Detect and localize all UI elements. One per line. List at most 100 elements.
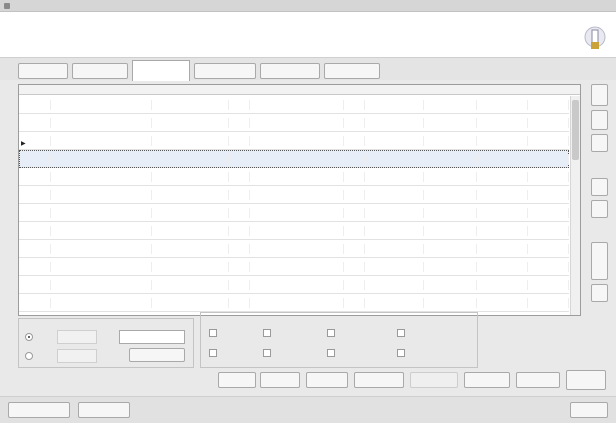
table-cell <box>153 172 229 182</box>
column-header[interactable] <box>529 85 569 95</box>
option-checkbox[interactable] <box>209 349 217 357</box>
option-checkbox[interactable] <box>209 329 217 337</box>
side-button-6[interactable] <box>591 242 608 280</box>
table-cell <box>345 244 365 254</box>
table-row[interactable] <box>19 168 569 186</box>
filter-text-field[interactable] <box>119 330 185 344</box>
table-cell <box>230 298 250 308</box>
filter-radio-1[interactable] <box>25 333 33 341</box>
table-cell <box>19 262 51 272</box>
column-header[interactable] <box>345 85 365 95</box>
action-button-4[interactable] <box>354 372 404 388</box>
table-cell <box>345 136 365 146</box>
table-row[interactable] <box>19 294 569 312</box>
option-checkbox[interactable] <box>397 349 405 357</box>
table-row[interactable] <box>19 186 569 204</box>
tab-1[interactable] <box>18 63 68 79</box>
bottom-button-1[interactable] <box>8 402 70 418</box>
table-cell <box>478 298 528 308</box>
table-cell <box>230 280 250 290</box>
table-cell <box>366 244 424 254</box>
table-cell <box>251 172 344 182</box>
option-checkbox[interactable] <box>263 349 271 357</box>
table-cell <box>478 118 528 128</box>
options-title <box>205 314 245 323</box>
table-cell <box>425 100 477 110</box>
tab-3[interactable] <box>132 60 190 81</box>
option-checkbox[interactable] <box>263 329 271 337</box>
bottom-button-3[interactable] <box>570 402 608 418</box>
table-cell <box>153 244 229 254</box>
side-button-4[interactable] <box>591 178 608 196</box>
column-header[interactable] <box>230 85 250 95</box>
tab-6[interactable] <box>324 63 380 79</box>
table-row[interactable] <box>19 222 569 240</box>
option-label <box>337 328 387 337</box>
action-button-1[interactable] <box>218 372 256 388</box>
side-button-3[interactable] <box>591 134 608 152</box>
column-header[interactable] <box>425 85 477 95</box>
table-cell <box>19 226 51 236</box>
table-cell <box>425 226 477 236</box>
table-row[interactable] <box>19 114 569 132</box>
action-button-2[interactable] <box>260 372 300 388</box>
table-cell <box>52 154 152 164</box>
filter-sub-button[interactable] <box>129 348 185 362</box>
action-button-6[interactable] <box>464 372 510 388</box>
column-header[interactable] <box>19 85 51 95</box>
table-cell <box>52 226 152 236</box>
side-button-2[interactable] <box>591 110 608 130</box>
table-cell <box>345 262 365 272</box>
table-row[interactable] <box>19 204 569 222</box>
options-panel <box>200 312 478 368</box>
table-row[interactable] <box>19 150 569 168</box>
table-cell <box>19 172 51 182</box>
table-cell <box>230 100 250 110</box>
page-subtitle <box>16 40 246 49</box>
table-cell <box>52 136 152 146</box>
table-cell <box>478 190 528 200</box>
table-cell <box>345 226 365 236</box>
action-button-7[interactable] <box>516 372 560 388</box>
scroll-thumb[interactable] <box>572 100 579 160</box>
option-checkbox[interactable] <box>397 329 405 337</box>
table-cell <box>366 262 424 272</box>
option-label <box>219 348 259 357</box>
table-cell <box>52 208 152 218</box>
filter-input-1[interactable] <box>57 330 97 344</box>
table-cell <box>529 280 569 290</box>
table-row[interactable] <box>19 276 569 294</box>
action-button-3[interactable] <box>306 372 348 388</box>
option-checkbox[interactable] <box>327 349 335 357</box>
tab-5[interactable] <box>260 63 320 79</box>
table-cell <box>478 208 528 218</box>
table-cell <box>251 154 344 164</box>
column-header[interactable] <box>52 85 152 95</box>
action-button-5[interactable] <box>410 372 458 388</box>
option-checkbox[interactable] <box>327 329 335 337</box>
column-header[interactable] <box>251 85 344 95</box>
table-row[interactable] <box>19 96 569 114</box>
table-cell <box>251 280 344 290</box>
table-cell <box>345 100 365 110</box>
tab-2[interactable] <box>72 63 128 79</box>
filter-input-2[interactable] <box>57 349 97 363</box>
table-row[interactable] <box>19 240 569 258</box>
side-button-7[interactable] <box>591 284 608 302</box>
column-header[interactable] <box>153 85 229 95</box>
action-button-8[interactable] <box>566 370 606 390</box>
table-row[interactable] <box>19 258 569 276</box>
column-header[interactable] <box>478 85 528 95</box>
side-button-5[interactable] <box>591 200 608 218</box>
filter-group-title <box>23 320 63 329</box>
column-header[interactable] <box>366 85 424 95</box>
table-row[interactable] <box>19 132 569 150</box>
table-cell <box>478 244 528 254</box>
tab-4[interactable] <box>194 63 256 79</box>
bottom-button-2[interactable] <box>78 402 130 418</box>
table-cell <box>230 226 250 236</box>
filter-radio-2[interactable] <box>25 352 33 360</box>
table-cell <box>425 154 477 164</box>
side-button-1[interactable] <box>591 84 608 106</box>
table-scrollbar[interactable] <box>570 96 580 315</box>
